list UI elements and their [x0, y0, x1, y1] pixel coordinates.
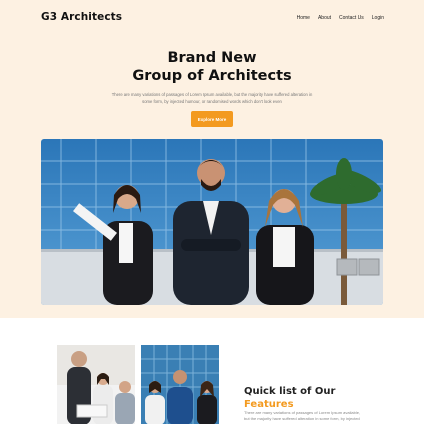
features-title-accent: Features [244, 399, 294, 410]
hero-team-photo [41, 139, 383, 305]
nav-contact-us[interactable]: Contact Us [339, 15, 364, 21]
features-title-part1: Quick list [244, 386, 297, 397]
hero-subtitle: There are many variations of passages of… [108, 92, 316, 105]
feature-meeting-photo [57, 345, 135, 424]
nav-home[interactable]: Home [297, 15, 310, 21]
feature-team-photo [141, 345, 219, 424]
nav-about[interactable]: About [318, 15, 331, 21]
hero-title: Brand New Group of Architects [0, 49, 424, 85]
hero-title-line1: Brand New [167, 50, 257, 66]
hero-subtitle-line2: some form, by injected humour, or random… [142, 98, 282, 104]
features-text-line2: but the majority have suffered alteratio… [244, 416, 360, 421]
hero-title-line2: Group of Architects [132, 68, 292, 84]
features-section: Quick list of Our Features There are man… [0, 318, 424, 424]
brand-logo[interactable]: G3 Architects [41, 11, 122, 23]
features-title-part2: of Our [296, 386, 336, 397]
hero-subtitle-line1: There are many variations of passages of… [111, 92, 313, 97]
nav-login[interactable]: Login [372, 15, 384, 21]
features-text-line1: There are many variations of passages of… [244, 410, 361, 415]
features-title: Quick list of Our Features [244, 385, 335, 411]
hero-section: G3 Architects Home About Contact Us Logi… [0, 0, 424, 318]
explore-more-button[interactable]: Explore More [191, 111, 233, 127]
main-nav: Home About Contact Us Login [297, 15, 384, 21]
features-description: There are many variations of passages of… [244, 410, 384, 422]
